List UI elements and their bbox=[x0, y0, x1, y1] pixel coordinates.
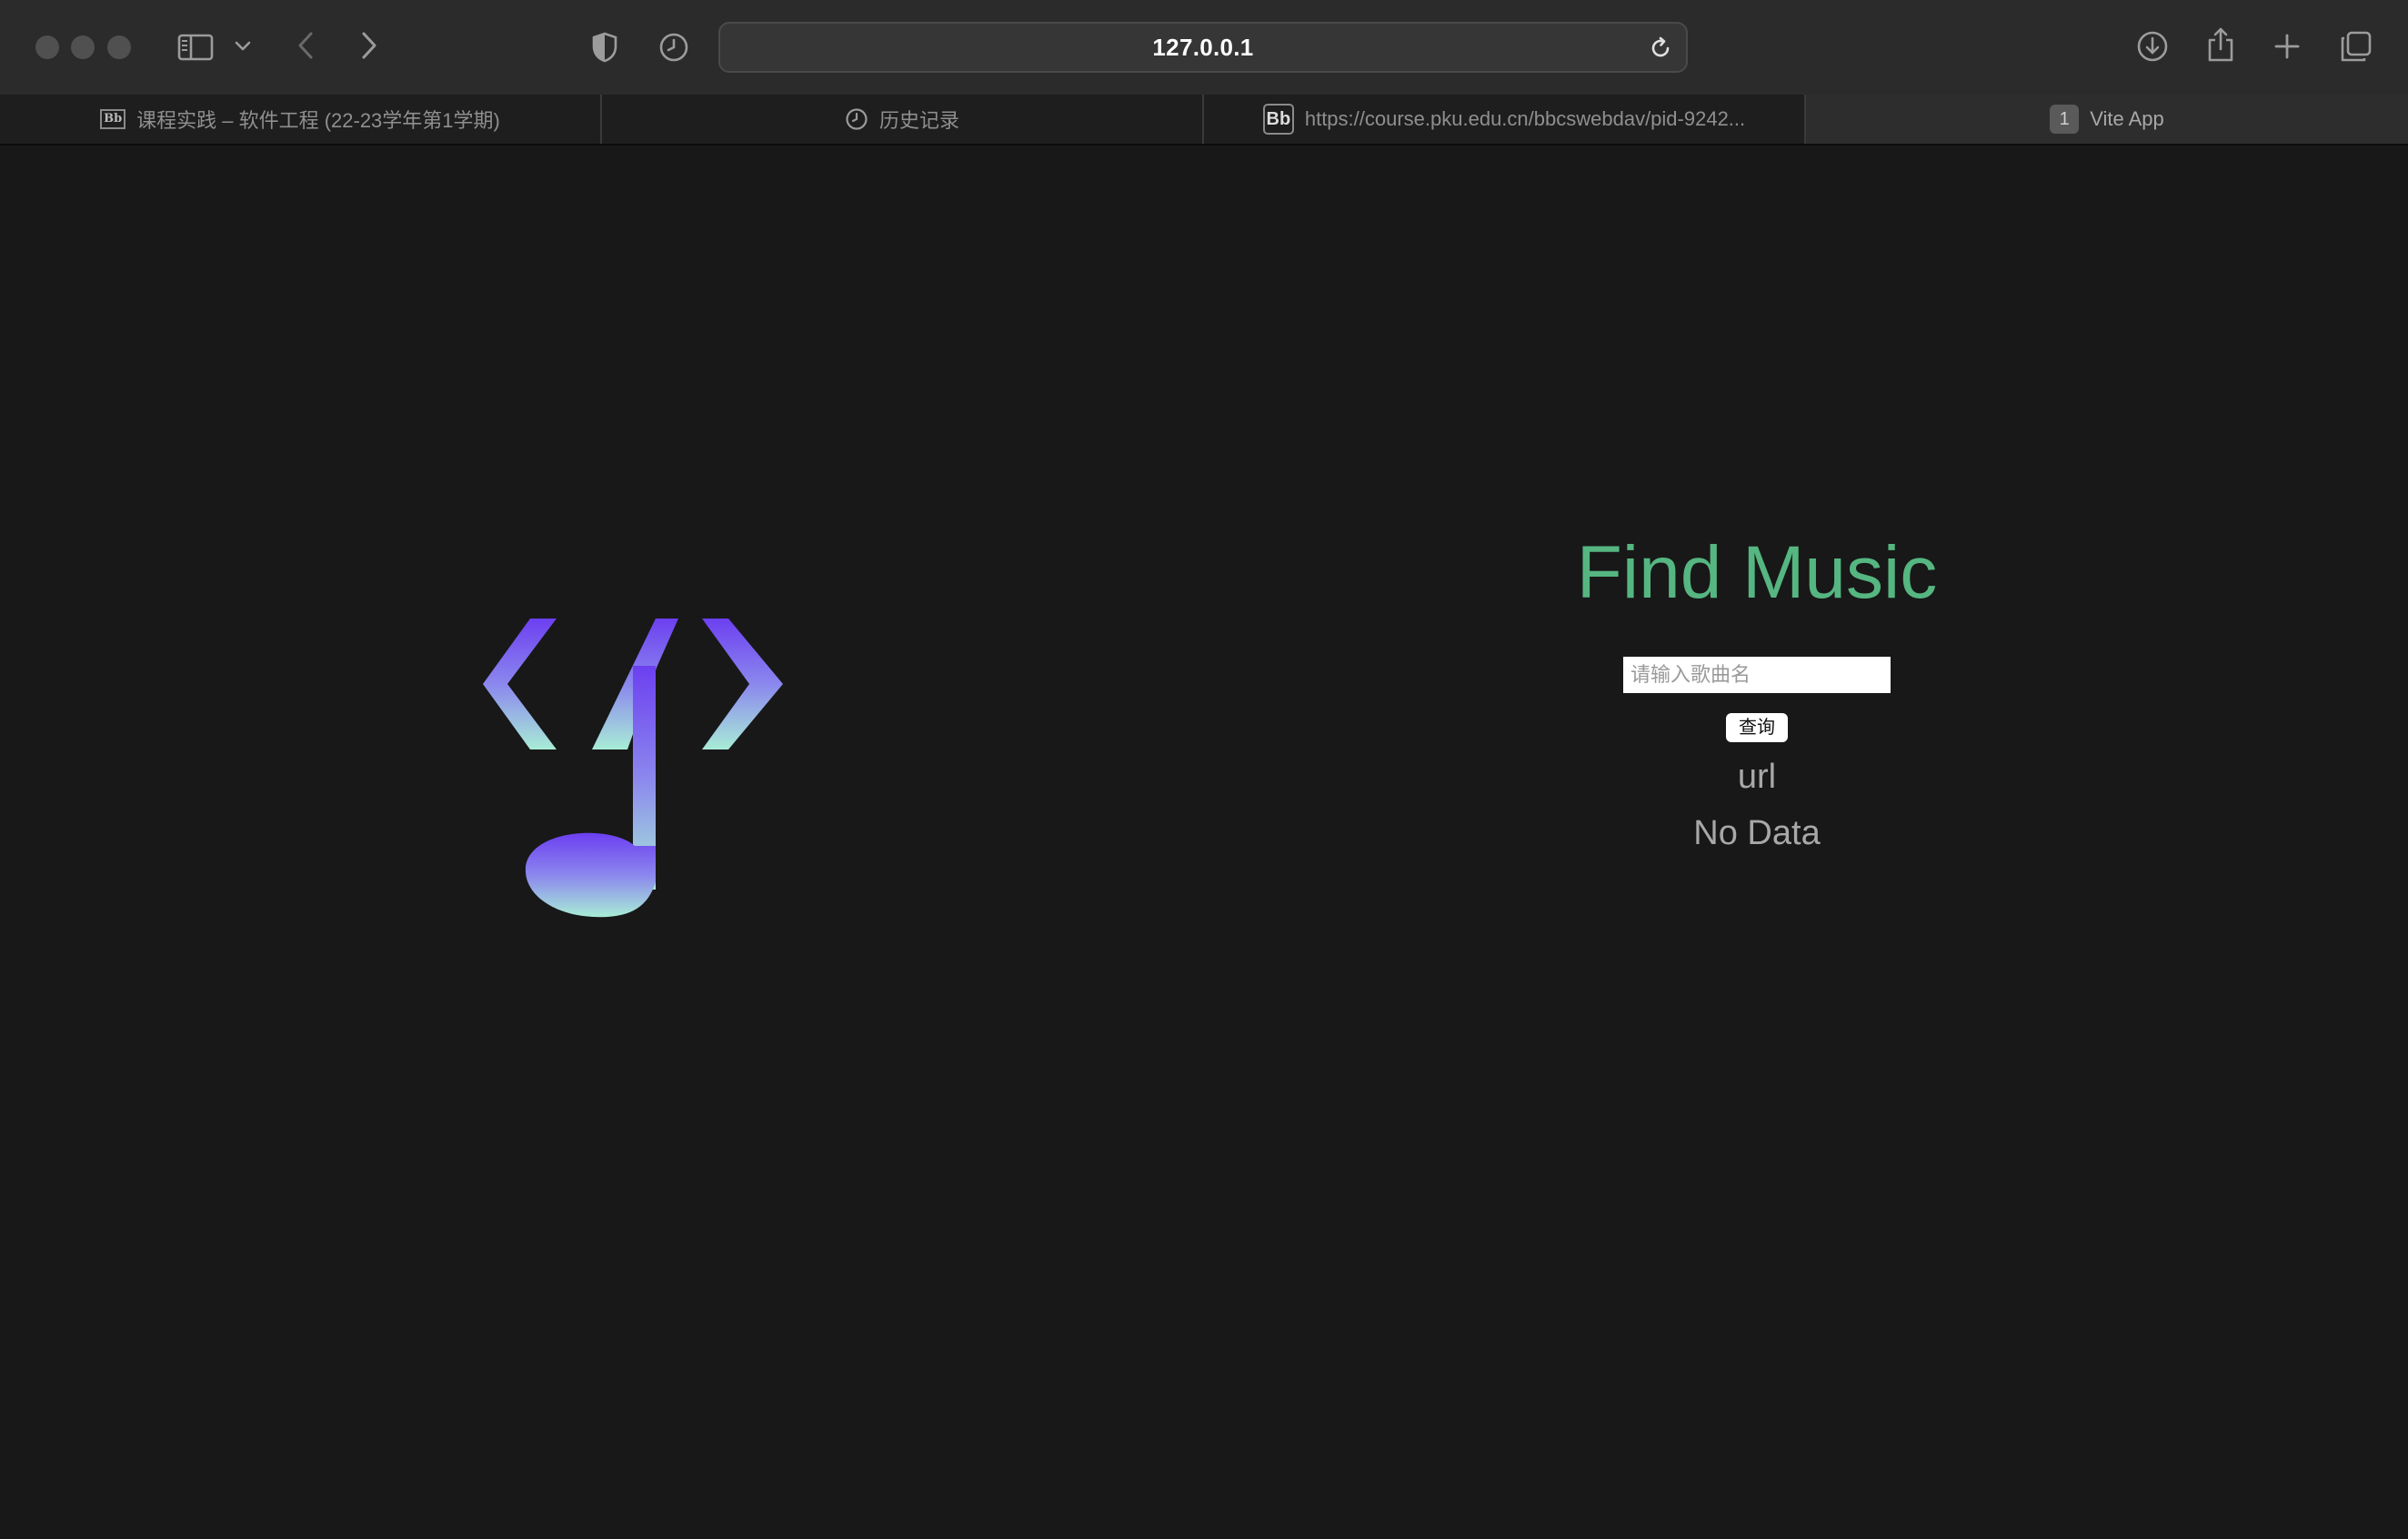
close-window-button[interactable] bbox=[35, 35, 59, 59]
minimize-window-button[interactable] bbox=[71, 35, 95, 59]
query-button[interactable]: 查询 bbox=[1726, 713, 1788, 742]
tab-overview-icon[interactable] bbox=[2339, 29, 2373, 64]
address-text[interactable]: 127.0.0.1 bbox=[720, 24, 1686, 71]
blackboard-icon-text: Bb bbox=[1262, 104, 1294, 135]
address-bar[interactable]: 127.0.0.1 bbox=[718, 22, 1688, 73]
tab-label: 历史记录 bbox=[878, 109, 959, 132]
tab-history[interactable]: 历史记录 bbox=[602, 95, 1204, 144]
song-search-input[interactable] bbox=[1623, 657, 1891, 693]
result-empty-text: No Data bbox=[1693, 814, 1821, 852]
tab-course[interactable]: Bb 课程实践 – 软件工程 (22-23学年第1学期) bbox=[0, 95, 602, 144]
page-title: Find Music bbox=[1576, 531, 1938, 614]
number-badge-text: 1 bbox=[2050, 105, 2080, 134]
tab-label: Vite App bbox=[2090, 107, 2164, 130]
tab-vite-app[interactable]: 1 Vite App bbox=[1806, 95, 2408, 144]
blackboard-icon: Bb bbox=[100, 109, 126, 129]
tab-pdf[interactable]: Bb https://course.pku.edu.cn/bbcswebdav/… bbox=[1204, 95, 1806, 144]
browser-window: 127.0.0.1 Bb 课程实践 – 软件工程 (22-23学年第1学期) 历… bbox=[0, 0, 2408, 1539]
chevron-down-icon[interactable] bbox=[231, 36, 255, 56]
tab-bar: Bb 课程实践 – 软件工程 (22-23学年第1学期) 历史记录 Bb htt… bbox=[0, 95, 2408, 146]
music-code-logo bbox=[480, 619, 786, 924]
tab-label: 课程实践 – 软件工程 (22-23学年第1学期) bbox=[136, 109, 500, 132]
download-icon[interactable] bbox=[2135, 29, 2170, 64]
tab-label: https://course.pku.edu.cn/bbcswebdav/pid… bbox=[1304, 107, 1746, 130]
number-badge: 1 bbox=[2050, 105, 2080, 134]
sidebar-icon[interactable] bbox=[175, 31, 216, 64]
shield-icon[interactable] bbox=[589, 30, 620, 65]
right-bracket bbox=[702, 619, 783, 749]
new-tab-icon[interactable] bbox=[2272, 31, 2303, 62]
zoom-window-button[interactable] bbox=[107, 35, 131, 59]
reload-icon[interactable] bbox=[1648, 35, 1673, 61]
blackboard-icon-text: Bb bbox=[100, 109, 126, 129]
page-content: Find Music 查询 url No Data bbox=[0, 146, 2408, 1539]
url-label: url bbox=[1737, 758, 1777, 796]
history-clock-icon bbox=[845, 107, 868, 131]
search-panel: Find Music 查询 url No Data bbox=[1484, 528, 2030, 855]
back-icon[interactable] bbox=[293, 27, 318, 64]
forward-icon[interactable] bbox=[356, 27, 382, 64]
left-bracket bbox=[483, 619, 557, 749]
browser-toolbar: 127.0.0.1 bbox=[0, 0, 2408, 95]
blackboard-icon: Bb bbox=[1262, 104, 1294, 135]
share-icon[interactable] bbox=[2204, 25, 2237, 64]
history-icon[interactable] bbox=[657, 30, 691, 65]
